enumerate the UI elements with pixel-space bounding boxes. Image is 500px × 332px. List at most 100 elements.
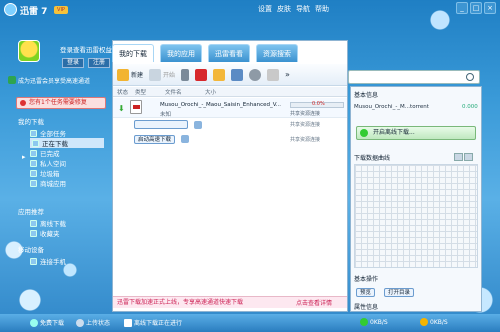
- offline-download-button[interactable]: 开启离线下载...: [356, 126, 476, 140]
- start-button[interactable]: 开始: [149, 68, 175, 81]
- list-icon: [231, 68, 244, 81]
- more-toolbar-icon[interactable]: »: [285, 70, 290, 79]
- status-upload[interactable]: 上传状态: [76, 318, 110, 327]
- close-icon[interactable]: ×: [484, 2, 496, 14]
- app-title: 迅雷 7: [20, 7, 48, 17]
- task-nav-list: 全部任务 正在下载 已完成 私人空间 垃圾箱 商城应用: [30, 128, 104, 188]
- delete-button[interactable]: [195, 68, 208, 81]
- user-status: 登录查看迅雷权益: [60, 46, 112, 54]
- search-icon[interactable]: [466, 73, 474, 81]
- settings-button[interactable]: [249, 68, 262, 81]
- register-button[interactable]: 注册: [88, 58, 110, 68]
- nav-offline[interactable]: 离线下载: [30, 218, 66, 228]
- nav-downloading[interactable]: 正在下载: [30, 138, 104, 148]
- upload-icon: [76, 318, 84, 327]
- speed-graph: [354, 164, 478, 268]
- xunlei-window: 迅雷 7 VIP 设置 皮肤 导航 帮助 _ □ × 登录查看迅雷权益 登录 注…: [0, 0, 500, 332]
- nav-group-devices: 移动设备: [18, 246, 44, 254]
- down-speed-icon: [360, 318, 368, 326]
- favorite-icon: [30, 229, 37, 237]
- tools-nav-list: 离线下载 收藏夹: [30, 218, 66, 238]
- folder-icon: [213, 68, 226, 81]
- new-task-button[interactable]: 新建: [117, 68, 143, 81]
- status-dot-icon: [30, 318, 38, 327]
- download-arrow-icon: ⬇: [118, 104, 125, 113]
- preview-button[interactable]: 预览: [356, 288, 376, 297]
- task-status: 共享资源连接: [290, 111, 321, 117]
- nav-group-tasks: 我的下载: [18, 118, 44, 126]
- ops-header: 基本操作: [354, 276, 379, 283]
- nav-group-tools: 应用推荐: [18, 208, 44, 216]
- subtask-row[interactable]: [134, 120, 202, 129]
- nav-apps[interactable]: 商城应用: [30, 178, 104, 188]
- offline-status-icon: [124, 318, 132, 327]
- menu-settings[interactable]: 设置: [258, 4, 272, 14]
- properties-header: 属性信息: [354, 304, 379, 311]
- list-view-icon[interactable]: [464, 153, 473, 161]
- detail-file-value: 0.000: [462, 104, 478, 110]
- subtask-icon: [194, 120, 202, 129]
- share-button[interactable]: [267, 68, 280, 81]
- tab-resource-search[interactable]: 资源搜索: [256, 44, 298, 62]
- menu-skin[interactable]: 皮肤: [277, 4, 291, 14]
- app-icon: [30, 179, 37, 187]
- menu-help[interactable]: 帮助: [315, 4, 329, 14]
- ad-link[interactable]: 点击查看详情: [296, 298, 332, 307]
- app-logo-icon: [4, 3, 17, 16]
- play-icon: [149, 68, 162, 81]
- detail-header: 基本信息: [354, 92, 379, 99]
- nav-private[interactable]: 私人空间: [30, 158, 104, 168]
- share-icon: [267, 68, 280, 81]
- avatar[interactable]: [18, 40, 40, 62]
- view-toggle: [454, 153, 473, 161]
- gear-icon: [249, 68, 262, 81]
- nav-trash[interactable]: 垃圾箱: [30, 168, 104, 178]
- vip-badge[interactable]: VIP: [54, 6, 68, 14]
- status-up-speed: 0KB/S: [420, 318, 448, 326]
- login-button[interactable]: 登录: [62, 58, 84, 68]
- col-type[interactable]: 类型: [131, 88, 161, 96]
- pause-button[interactable]: [181, 68, 190, 81]
- top-menu: 设置 皮肤 导航 帮助: [258, 2, 329, 16]
- status-free[interactable]: 免费下载: [30, 318, 64, 327]
- private-icon: [30, 159, 37, 167]
- boost-download-button[interactable]: 启动高速下载: [134, 134, 176, 144]
- vip-promo-link[interactable]: 成为迅雷会员享受高速通道: [18, 76, 90, 85]
- nav-completed[interactable]: 已完成: [30, 148, 104, 158]
- task-size: 未知: [160, 112, 172, 118]
- open-dir-button[interactable]: 打开目录: [384, 288, 415, 297]
- expand-arrow-icon[interactable]: ▸: [22, 153, 26, 161]
- tab-my-apps[interactable]: 我的应用: [160, 44, 202, 62]
- up-speed-icon: [420, 318, 428, 326]
- minimize-icon[interactable]: _: [456, 2, 468, 14]
- maximize-icon[interactable]: □: [470, 2, 482, 14]
- col-size[interactable]: 大小: [201, 88, 291, 96]
- boost-icon: [181, 135, 190, 143]
- device-nav-list: 连接手机: [30, 256, 66, 266]
- nav-all-tasks[interactable]: 全部任务: [30, 128, 104, 138]
- repair-alert[interactable]: 您有1个任务需要修复: [16, 97, 106, 109]
- title-bar[interactable]: [0, 0, 500, 20]
- tab-my-downloads[interactable]: 我的下载: [112, 44, 154, 62]
- task-progress-text: 0.0%: [312, 101, 325, 107]
- nav-phone[interactable]: 连接手机: [30, 256, 66, 266]
- task-filename: Musou_Orochi_-_Maou_Saisin_Enhanced_V...: [160, 102, 282, 108]
- boost-row: 启动高速下载: [134, 134, 190, 144]
- all-icon: [30, 129, 37, 137]
- alert-icon: [20, 100, 26, 106]
- col-filename[interactable]: 文件名: [161, 88, 201, 96]
- subtask-status: 共享资源连接: [290, 122, 321, 128]
- status-offline[interactable]: 离线下载正在进行: [124, 318, 182, 327]
- toolbar: 新建 开始 »: [113, 64, 347, 86]
- menu-nav[interactable]: 导航: [296, 4, 310, 14]
- grid-view-icon[interactable]: [454, 153, 463, 161]
- subtask-field: [134, 120, 188, 129]
- nav-favorites[interactable]: 收藏夹: [30, 228, 66, 238]
- task-list-header: 状态 类型 文件名 大小: [113, 87, 347, 97]
- col-status[interactable]: 状态: [113, 88, 131, 96]
- tab-bar: 我的下载 我的应用 迅雷看看 资源搜索: [112, 40, 304, 62]
- list-button[interactable]: [231, 68, 244, 81]
- open-folder-button[interactable]: [213, 68, 226, 81]
- tab-kankan[interactable]: 迅雷看看: [208, 44, 250, 62]
- search-input[interactable]: [348, 70, 480, 84]
